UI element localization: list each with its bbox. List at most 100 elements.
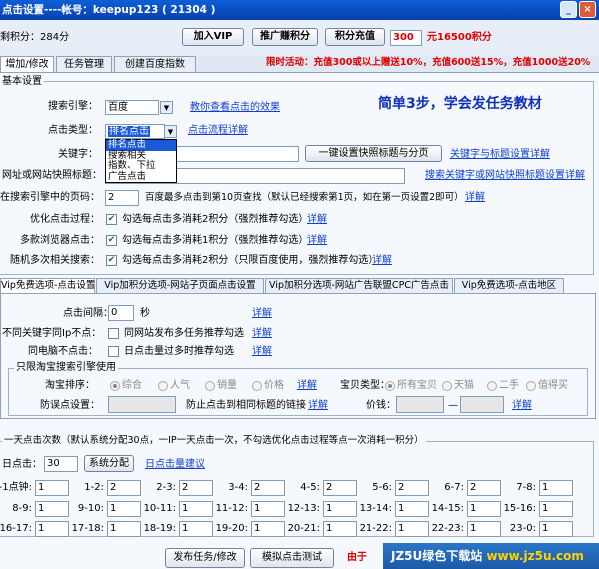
opt1-text: 勾选每点击多消耗2积分（强烈推荐勾选） — [122, 214, 309, 225]
daily-input[interactable]: 30 — [44, 456, 78, 472]
opt3-help-link[interactable]: 详解 — [372, 254, 392, 268]
watermark-url: www.jz5u.com — [486, 549, 584, 563]
set-title-button[interactable]: 一键设置快照标题与分页 — [305, 145, 442, 162]
tab-baidu-index[interactable]: 创建百度指数 — [114, 56, 196, 72]
title-bar: 点击设置----帐号：keepup123 ( 21304 ) — [0, 0, 599, 20]
pc-text: 日点击量过多时推荐勾选 — [124, 346, 234, 357]
subtab-subpage-click[interactable]: Vip加积分选项-网站子页面点击设置 — [96, 278, 264, 293]
price-min-input[interactable] — [396, 396, 444, 413]
publish-button[interactable]: 发布任务/修改 — [165, 548, 245, 568]
click-type-select[interactable]: 排名点击 — [105, 124, 165, 139]
dropdown-option[interactable]: 指数、下拉 — [106, 160, 176, 172]
pc-checkbox[interactable] — [108, 346, 119, 357]
hour-label: 0-1点钟: — [0, 482, 32, 493]
pc-help-link[interactable]: 详解 — [252, 345, 272, 359]
recharge-amount-input[interactable]: 300 — [390, 30, 422, 46]
keyword-help-link[interactable]: 关键字与标题设置详解 — [450, 148, 550, 162]
hour-label: 20-21: — [287, 523, 320, 534]
pc-label: 同电脑不点击： — [28, 346, 98, 357]
ip-label: 不同关键字同Ip不点： — [2, 328, 102, 339]
bottom-note: 由于 — [347, 552, 367, 563]
engine-label: 搜索引擎： — [48, 101, 98, 112]
misclick-help-link[interactable]: 详解 — [308, 399, 328, 413]
tab-add-edit[interactable]: 增加/修改 — [0, 56, 54, 73]
hour-label: 6-7: — [444, 482, 464, 493]
subtab-click-region[interactable]: Vip免费选项-点击地区 — [454, 278, 564, 293]
hour-label: 19-20: — [215, 523, 248, 534]
opt2-checkbox[interactable]: ✔ — [106, 235, 117, 246]
engine-help-link[interactable]: 教你查看点击的效果 — [190, 101, 280, 115]
price-help-link[interactable]: 详解 — [512, 399, 532, 413]
subtab-cpc-click[interactable]: Vip加积分选项-网站广告联盟CPC广告点击 — [265, 278, 453, 293]
hour-label: 5-6: — [372, 482, 392, 493]
points-value: 284分 — [40, 32, 70, 43]
interval-input[interactable]: 0 — [108, 305, 134, 321]
ip-text: 同网站发布多任务推荐勾选 — [124, 328, 244, 339]
ip-help-link[interactable]: 详解 — [252, 327, 272, 341]
page-desc: 百度最多点击到第10页查找（默认已经搜索第1页，如在第一页设置2即可） — [145, 192, 464, 203]
opt1-help-link[interactable]: 详解 — [307, 213, 327, 227]
interval-unit: 秒 — [140, 308, 150, 319]
opt2-label: 多款浏览器点击： — [20, 235, 100, 246]
page-help-link[interactable]: 详解 — [465, 191, 485, 205]
snapshot-help-link[interactable]: 搜索关键字或网站快照标题设置详解 — [425, 169, 585, 183]
hour-label: 8-9: — [12, 503, 32, 514]
hour-label: 23-0: — [509, 523, 536, 534]
page-input[interactable]: 2 — [105, 190, 139, 206]
ip-checkbox[interactable] — [108, 328, 119, 339]
item-type-option: 二手 — [499, 380, 519, 391]
sort-help-link[interactable]: 详解 — [297, 379, 317, 393]
daily-suggest-link[interactable]: 日点击量建议 — [145, 458, 205, 472]
subtab-click-settings[interactable]: Vip免费选项-点击设置 — [0, 278, 95, 293]
sort-radio[interactable] — [110, 381, 120, 391]
hour-input[interactable]: 1 — [539, 521, 573, 537]
join-vip-button[interactable]: 加入VIP — [182, 28, 244, 46]
hour-label: 7-8: — [516, 482, 536, 493]
hour-label: 1-2: — [84, 482, 104, 493]
points-label: 剩积分：284分 — [0, 32, 70, 43]
item-type-radio[interactable] — [487, 381, 497, 391]
hour-label: 17-18: — [71, 523, 104, 534]
minimize-button[interactable]: _ — [560, 1, 577, 18]
item-type-option: 天猫 — [454, 380, 474, 391]
item-type-option: 所有宝贝 — [397, 380, 437, 391]
interval-help-link[interactable]: 详解 — [252, 307, 272, 321]
opt1-checkbox[interactable]: ✔ — [106, 214, 117, 225]
chevron-down-icon[interactable]: ▼ — [164, 125, 177, 138]
tab-task-manage[interactable]: 任务管理 — [56, 56, 112, 72]
hour-label: 9-10: — [77, 503, 104, 514]
close-icon[interactable]: × — [579, 1, 596, 18]
dropdown-option[interactable]: 排名点击 — [106, 139, 176, 151]
sort-radio[interactable] — [252, 381, 262, 391]
main-panel: 基本设置 简单3步，学会发任务教材 搜索引擎： 百度 ▼ 教你查看点击的效果 点… — [0, 72, 599, 569]
promo-text: 限时活动：充值300或以上赠送10%，充值600送15%，充值1000送20% — [266, 57, 591, 68]
chevron-down-icon[interactable]: ▼ — [160, 101, 173, 114]
click-flow-link[interactable]: 点击流程详解 — [188, 124, 248, 138]
toolbar: 剩积分：284分 加入VIP 推广赚积分 积分充值 300 元16500积分 — [0, 20, 599, 56]
promote-button[interactable]: 推广赚积分 — [252, 28, 318, 46]
opt1-label: 优化点击过程： — [30, 214, 100, 225]
hour-label: 16-17: — [0, 523, 32, 534]
item-type-radio[interactable] — [442, 381, 452, 391]
opt3-checkbox[interactable]: ✔ — [106, 255, 117, 266]
sort-radio[interactable] — [158, 381, 168, 391]
main-tabs: 增加/修改 任务管理 创建百度指数 限时活动：充值300或以上赠送10%，充值6… — [0, 56, 599, 73]
simulate-button[interactable]: 模拟点击测试 — [250, 548, 334, 568]
dropdown-option[interactable]: 广告点击 — [106, 171, 176, 183]
system-assign-button[interactable]: 系统分配 — [84, 455, 134, 472]
misclick-input[interactable] — [108, 396, 176, 413]
hour-input[interactable]: 1 — [539, 480, 573, 496]
sort-radio[interactable] — [205, 381, 215, 391]
misclick-text: 防止点击到相同标题的链接 — [186, 400, 306, 411]
snapshot-label: 网址或网站快照标题： — [2, 170, 102, 181]
taobao-title: 只限淘宝搜索引擎使用 — [14, 362, 118, 374]
engine-select[interactable]: 百度 — [105, 100, 159, 115]
recharge-button[interactable]: 积分充值 — [325, 28, 385, 46]
price-dash: — — [448, 400, 458, 411]
opt2-help-link[interactable]: 详解 — [307, 234, 327, 248]
price-max-input[interactable] — [460, 396, 504, 413]
hour-input[interactable]: 1 — [539, 501, 573, 517]
hour-label: 4-5: — [300, 482, 320, 493]
item-type-radio[interactable] — [526, 381, 536, 391]
item-type-radio[interactable] — [385, 381, 395, 391]
